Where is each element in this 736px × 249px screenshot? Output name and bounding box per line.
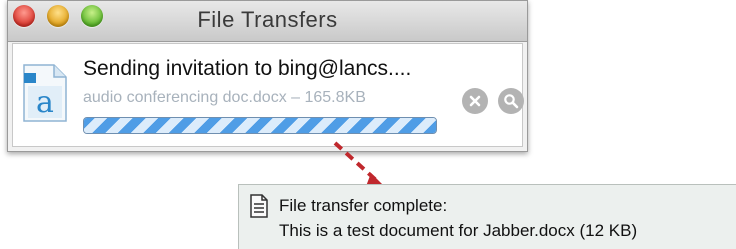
progress-fill — [84, 118, 436, 133]
document-icon: a — [23, 64, 67, 122]
file-icon-letter: a — [36, 85, 54, 120]
transfer-title: Sending invitation to bing@lancs.... — [83, 57, 412, 80]
transfer-item[interactable]: a Sending invitation to bing@lancs.... a… — [12, 43, 524, 147]
reveal-file-button[interactable] — [498, 88, 524, 114]
notification-body: This is a test document for Jabber.docx … — [279, 221, 638, 240]
magnifier-icon — [504, 94, 519, 109]
window-title: File Transfers — [197, 7, 338, 32]
cancel-x-icon — [469, 95, 481, 107]
cancel-transfer-button[interactable] — [462, 88, 488, 114]
notification-title: File transfer complete: — [279, 196, 448, 215]
transfer-progress-bar — [83, 117, 437, 134]
window-titlebar[interactable]: File Transfers — [8, 1, 527, 42]
transfer-file-info: audio conferencing doc.docx – 165.8KB — [83, 89, 366, 106]
file-transfers-window: File Transfers a Sending invitation to b… — [7, 0, 528, 152]
transfer-complete-notification[interactable]: File transfer complete: This is a test d… — [238, 184, 736, 249]
document-list-icon — [250, 194, 268, 218]
